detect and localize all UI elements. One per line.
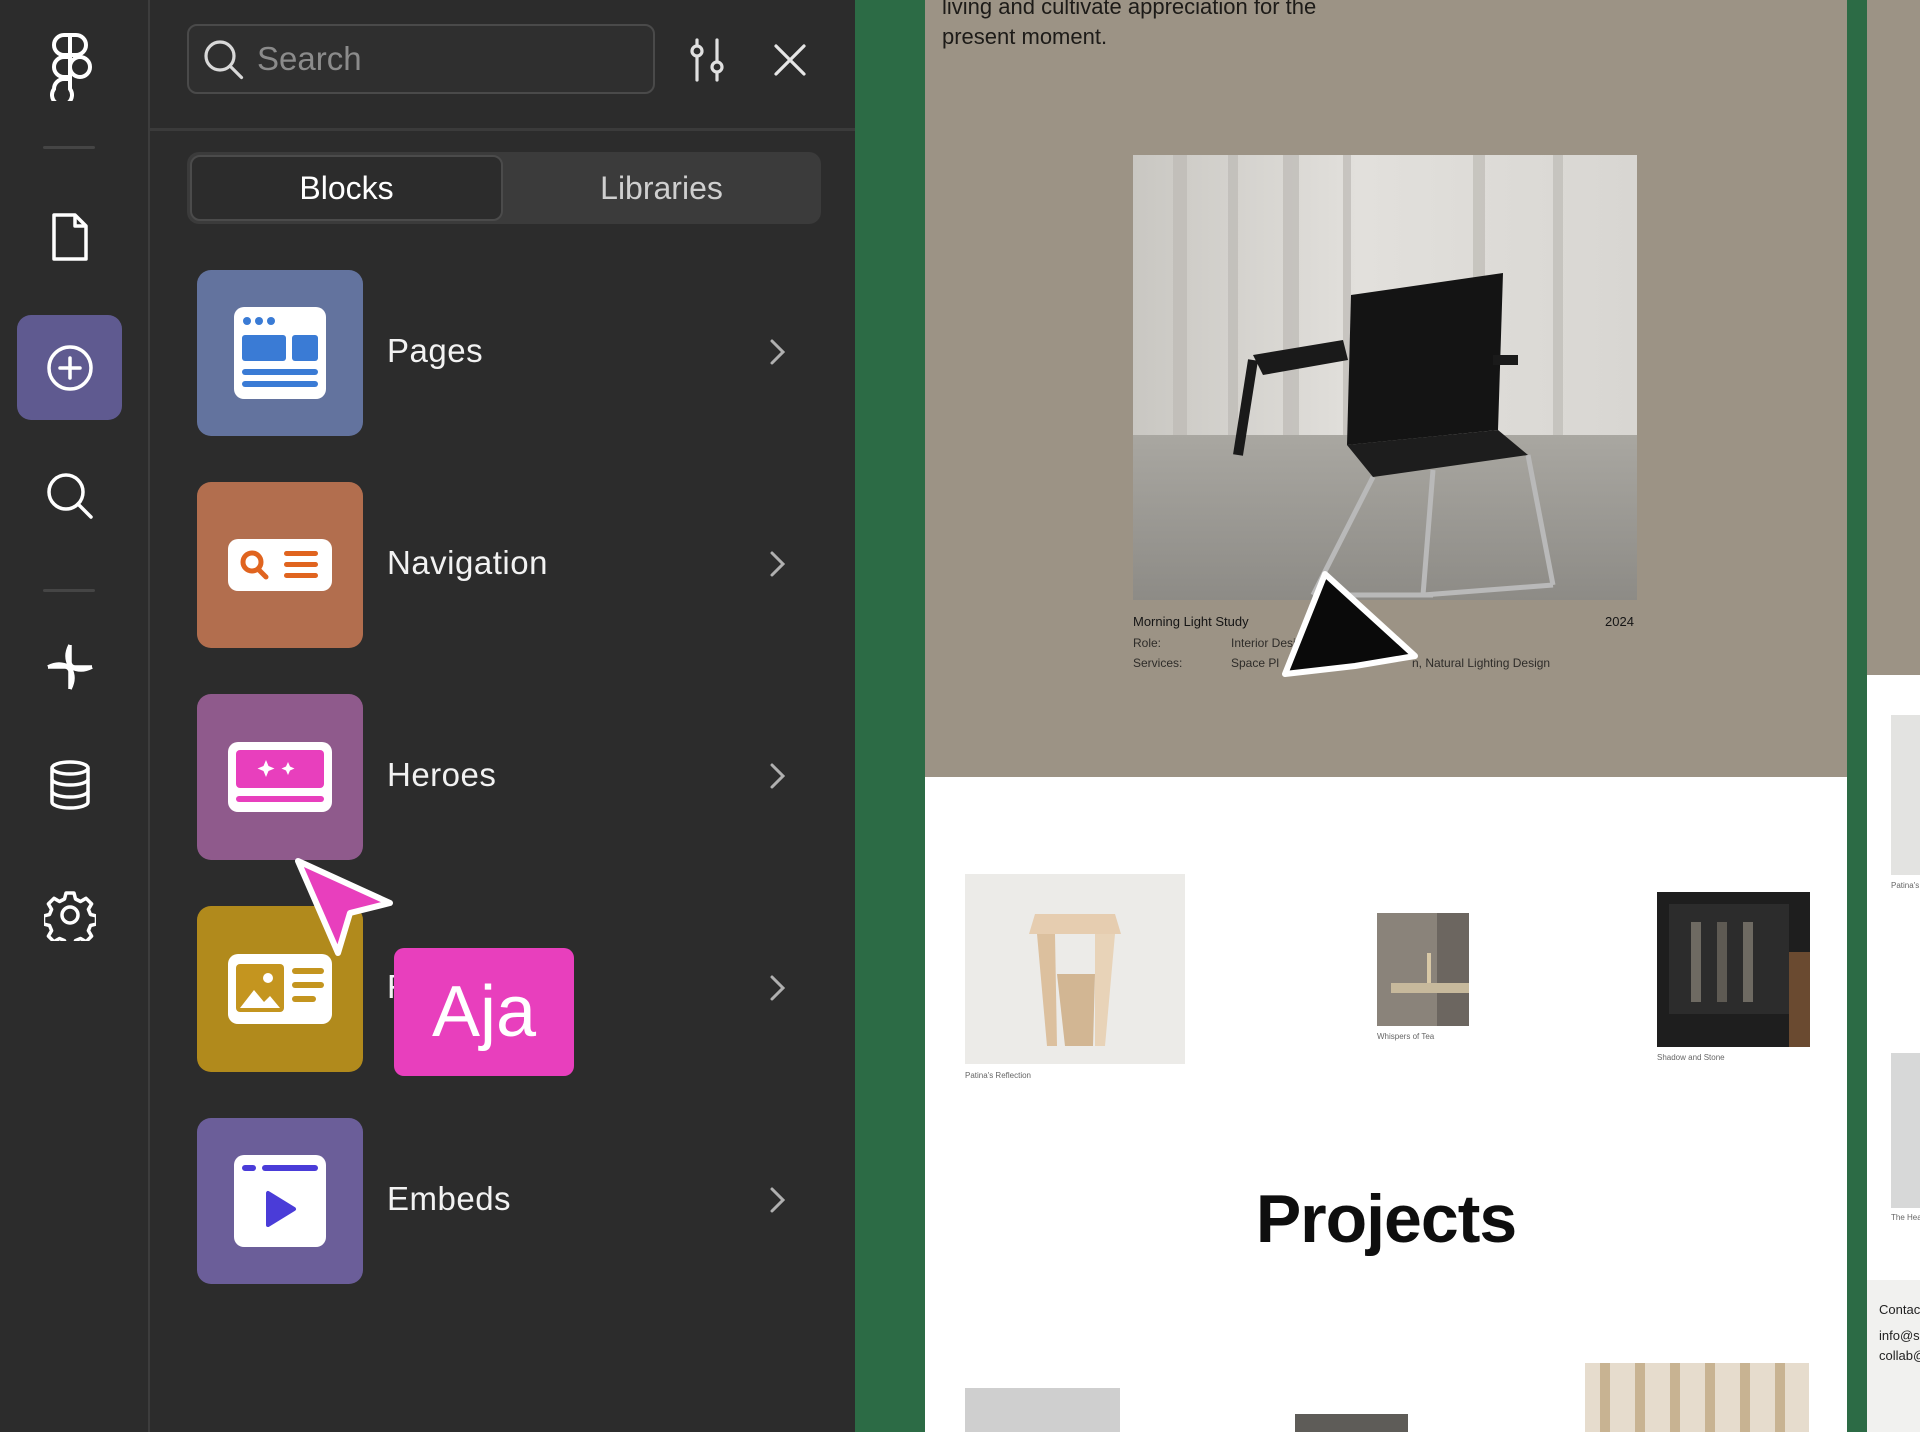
panel-header (150, 0, 855, 131)
figma-logo-icon[interactable] (17, 14, 122, 119)
pages-tile (197, 270, 363, 436)
design-canvas[interactable]: living and cultivate appreciation for th… (855, 0, 1920, 1432)
project-title: Morning Light Study (1133, 614, 1249, 629)
filter-button[interactable] (677, 30, 737, 90)
chevron-right-icon (770, 551, 786, 577)
tab-blocks[interactable]: Blocks (190, 155, 503, 221)
tab-libraries[interactable]: Libraries (505, 155, 818, 221)
embeds-tile (197, 1118, 363, 1284)
project-thumbnail-1[interactable] (965, 874, 1185, 1064)
block-label-heroes: Heroes (387, 756, 497, 793)
heroes-icon (228, 742, 332, 812)
pages-icon (234, 307, 326, 399)
project-thumbnail-6[interactable] (1585, 1363, 1809, 1432)
featured-project-section: living and cultivate appreciation for th… (925, 0, 1847, 777)
pointer-cursor-icon (1275, 566, 1425, 701)
insert-icon[interactable] (17, 315, 122, 420)
chevron-right-icon (770, 339, 786, 365)
blocks-libraries-tabs: Blocks Libraries (187, 152, 821, 224)
projects-heading: Projects (1255, 1181, 1517, 1257)
close-icon (774, 44, 806, 76)
services-value: Space Pl (1231, 656, 1280, 670)
footer-contact-label: Contac (1879, 1302, 1920, 1317)
project-thumbnail-4[interactable] (965, 1388, 1120, 1432)
project-thumbnail-5[interactable] (1295, 1414, 1408, 1432)
close-button[interactable] (760, 30, 820, 90)
chevron-right-icon (770, 763, 786, 789)
navigation-tile (197, 482, 363, 648)
services-value-tail: n, Natural Lighting Design (1412, 656, 1551, 670)
database-icon[interactable] (17, 732, 122, 837)
block-category-pages[interactable]: Pages (197, 270, 797, 436)
insert-panel: Blocks Libraries Pages (150, 0, 855, 1432)
sliders-icon (690, 38, 724, 82)
block-label-pages: Pages (387, 332, 484, 369)
interactions-icon[interactable] (17, 614, 122, 719)
page-icon[interactable] (17, 184, 122, 289)
heroes-tile (197, 694, 363, 860)
project-thumbnail-caption-1: Patina's Reflection (965, 1071, 1032, 1080)
block-category-navigation[interactable]: Navigation (197, 482, 797, 648)
rail-divider (43, 146, 95, 149)
adjacent-frame-footer: Contac info@s collab@ (1867, 1280, 1920, 1432)
site-preview-frame[interactable]: living and cultivate appreciation for th… (925, 0, 1847, 1432)
left-toolbar (0, 0, 150, 1432)
settings-gear-icon[interactable] (17, 862, 122, 967)
project-thumbnail-caption-2: Whispers of Tea (1377, 1032, 1435, 1041)
rail-divider (43, 589, 95, 592)
collaborator-cursor-icon (292, 855, 402, 966)
embeds-icon (234, 1155, 326, 1247)
chevron-right-icon (770, 1187, 786, 1213)
project-thumbnail-caption-3: Shadow and Stone (1657, 1053, 1725, 1062)
search-icon (203, 39, 245, 86)
adjacent-thumbnail-caption-2: The Hea (1891, 1213, 1920, 1222)
project-year: 2024 (1605, 614, 1634, 629)
block-category-heroes[interactable]: Heroes (197, 694, 797, 860)
block-label-embeds: Embeds (387, 1180, 512, 1217)
search-field[interactable] (187, 24, 655, 94)
featured-project-image (1133, 155, 1637, 600)
intro-paragraph: living and cultivate appreciation for th… (942, 0, 1317, 49)
navigation-icon (228, 539, 332, 591)
chevron-right-icon (770, 975, 786, 1001)
block-label-navigation: Navigation (387, 544, 548, 581)
adjacent-thumbnail-2 (1891, 1053, 1920, 1208)
footer-email-2: collab@ (1879, 1348, 1920, 1363)
search-icon[interactable] (17, 443, 122, 548)
adjacent-thumbnail-caption-1: Patina's (1891, 881, 1920, 890)
block-category-embeds[interactable]: Embeds (197, 1118, 797, 1284)
project-thumbnail-2[interactable] (1377, 913, 1469, 1026)
project-thumbnail-3[interactable] (1657, 892, 1810, 1047)
search-input[interactable] (257, 36, 637, 82)
services-label: Services: (1133, 656, 1183, 670)
role-label: Role: (1133, 636, 1162, 650)
adjacent-frame[interactable]: Patina's The Hea Contac info@s collab@ (1867, 0, 1920, 1432)
footer-email-1: info@s (1879, 1328, 1920, 1343)
adjacent-thumbnail-1 (1891, 715, 1920, 875)
collaborator-name-tag: Aja (394, 948, 574, 1076)
